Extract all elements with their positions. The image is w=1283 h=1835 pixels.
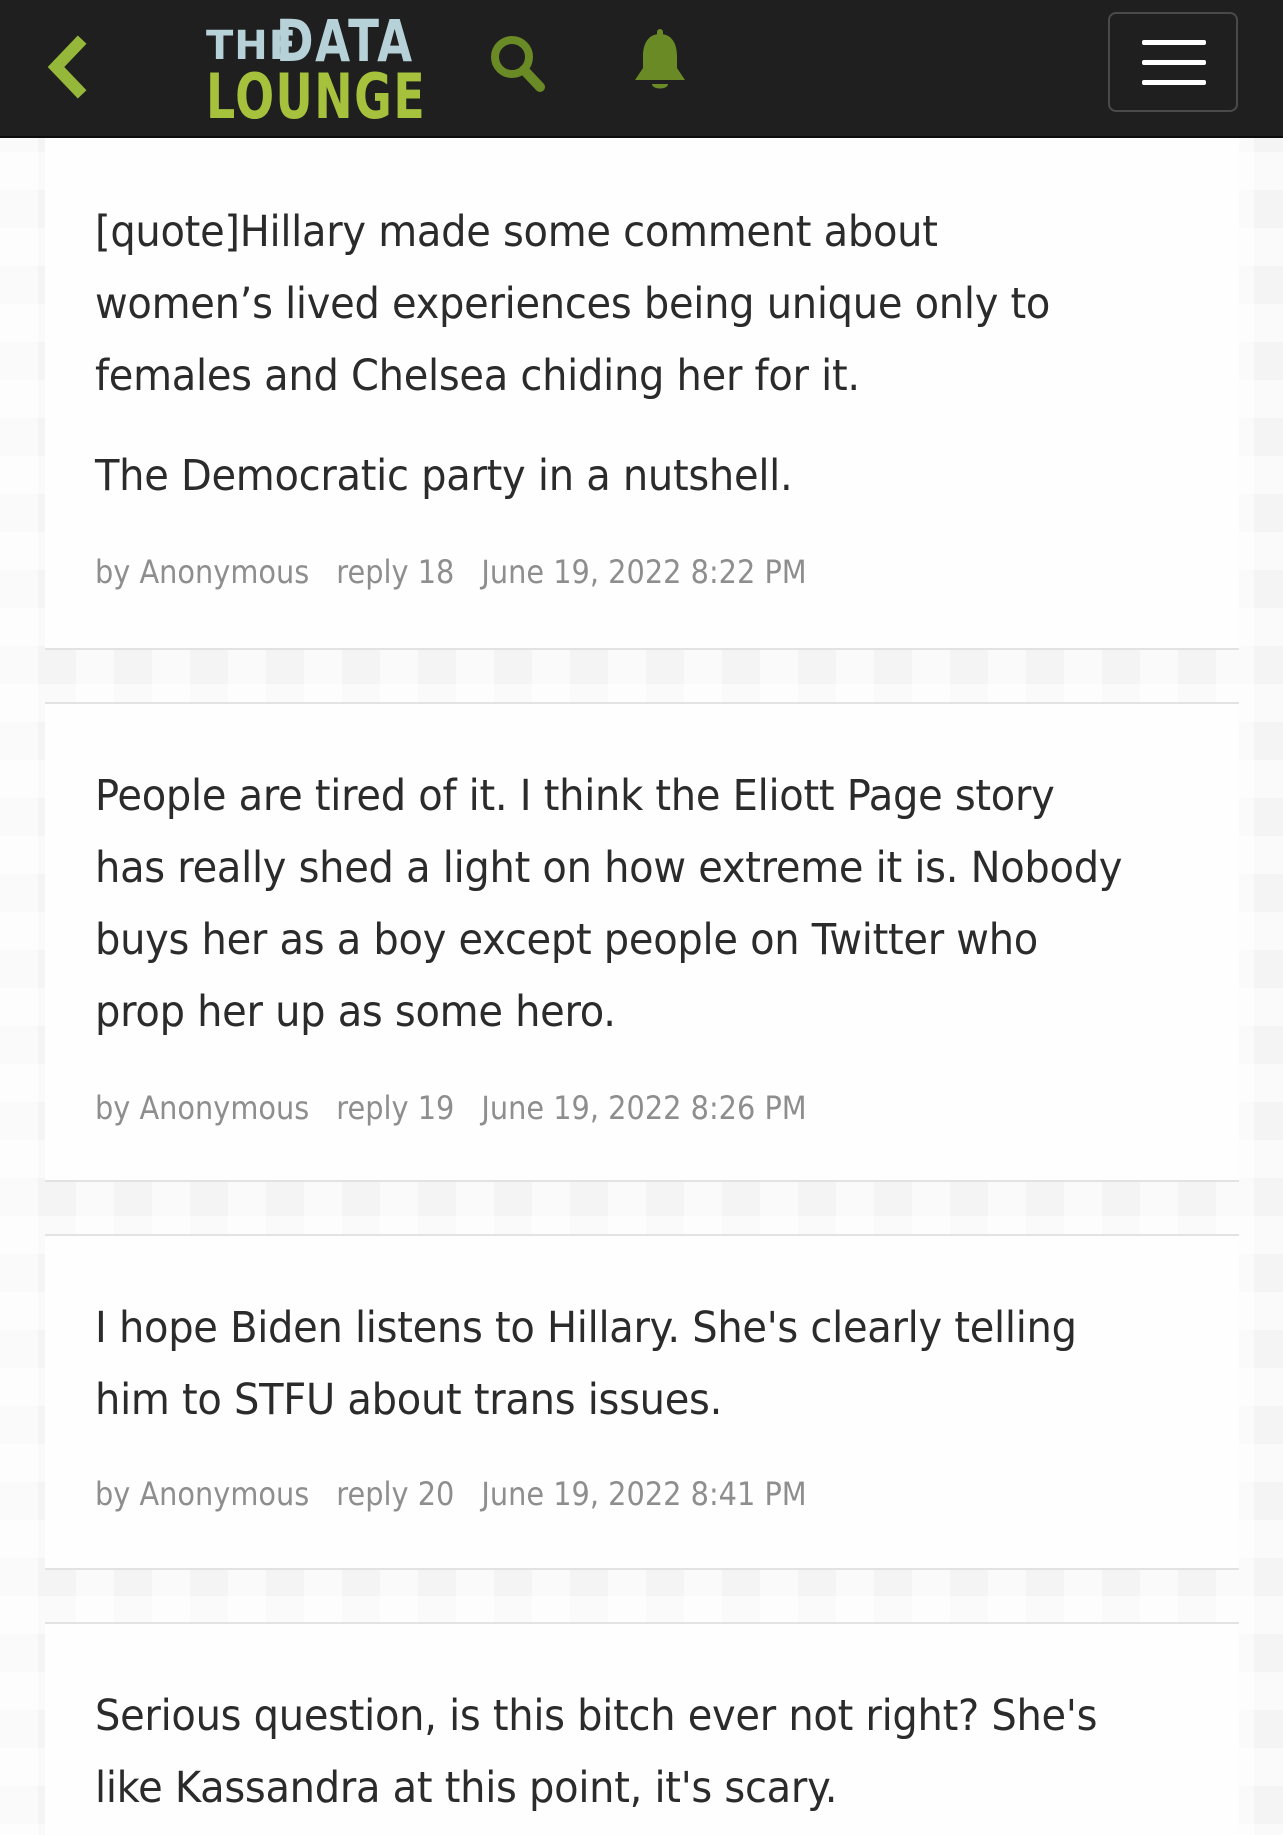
timestamp: June 19, 2022 8:26 PM (481, 1089, 807, 1127)
search-button[interactable] (486, 30, 550, 96)
post-partial: Serious question, is this bitch ever not… (45, 1622, 1239, 1835)
post-paragraph: People are tired of it. I think the Elio… (95, 771, 1123, 1037)
author-link[interactable]: by Anonymous (95, 552, 309, 592)
reply-link[interactable]: reply 18 (336, 552, 454, 592)
timestamp: June 19, 2022 8:22 PM (481, 553, 807, 591)
notifications-button[interactable] (630, 28, 690, 96)
site-logo[interactable]: THE DATA LOUNGE (206, 12, 425, 128)
top-navigation-bar: THE DATA LOUNGE (0, 0, 1283, 138)
chevron-left-icon (47, 35, 87, 99)
back-button[interactable] (40, 30, 100, 104)
post-meta: by Anonymous reply 20 June 19, 2022 8:41 P… (95, 1474, 834, 1514)
search-icon (491, 36, 545, 92)
post-paragraph: The Democratic party in a nutshell. (95, 451, 793, 501)
post-meta: by Anonymous reply 19 June 19, 2022 8:26 P… (95, 1088, 834, 1128)
post-reply-18: [quote]Hillary made some comment about w… (45, 138, 1239, 650)
author-link[interactable]: by Anonymous (95, 1088, 309, 1128)
bell-icon (635, 29, 685, 89)
menu-button[interactable] (1108, 12, 1238, 112)
post-paragraph: Serious question, is this bitch ever not… (95, 1691, 1098, 1813)
timestamp: June 19, 2022 8:41 PM (481, 1475, 807, 1513)
post-reply-20: I hope Biden listens to Hillary. She's c… (45, 1234, 1239, 1570)
post-paragraph: I hope Biden listens to Hillary. She's c… (95, 1303, 1077, 1425)
author-link[interactable]: by Anonymous (95, 1474, 309, 1514)
post-reply-19: People are tired of it. I think the Elio… (45, 702, 1239, 1182)
logo-lounge-text: LOUNGE (206, 60, 427, 133)
reply-link[interactable]: reply 19 (336, 1088, 454, 1128)
reply-link[interactable]: reply 20 (336, 1474, 454, 1514)
post-meta: by Anonymous reply 18 June 19, 2022 8:22 P… (95, 552, 834, 592)
post-paragraph: [quote]Hillary made some comment about w… (95, 207, 1051, 401)
